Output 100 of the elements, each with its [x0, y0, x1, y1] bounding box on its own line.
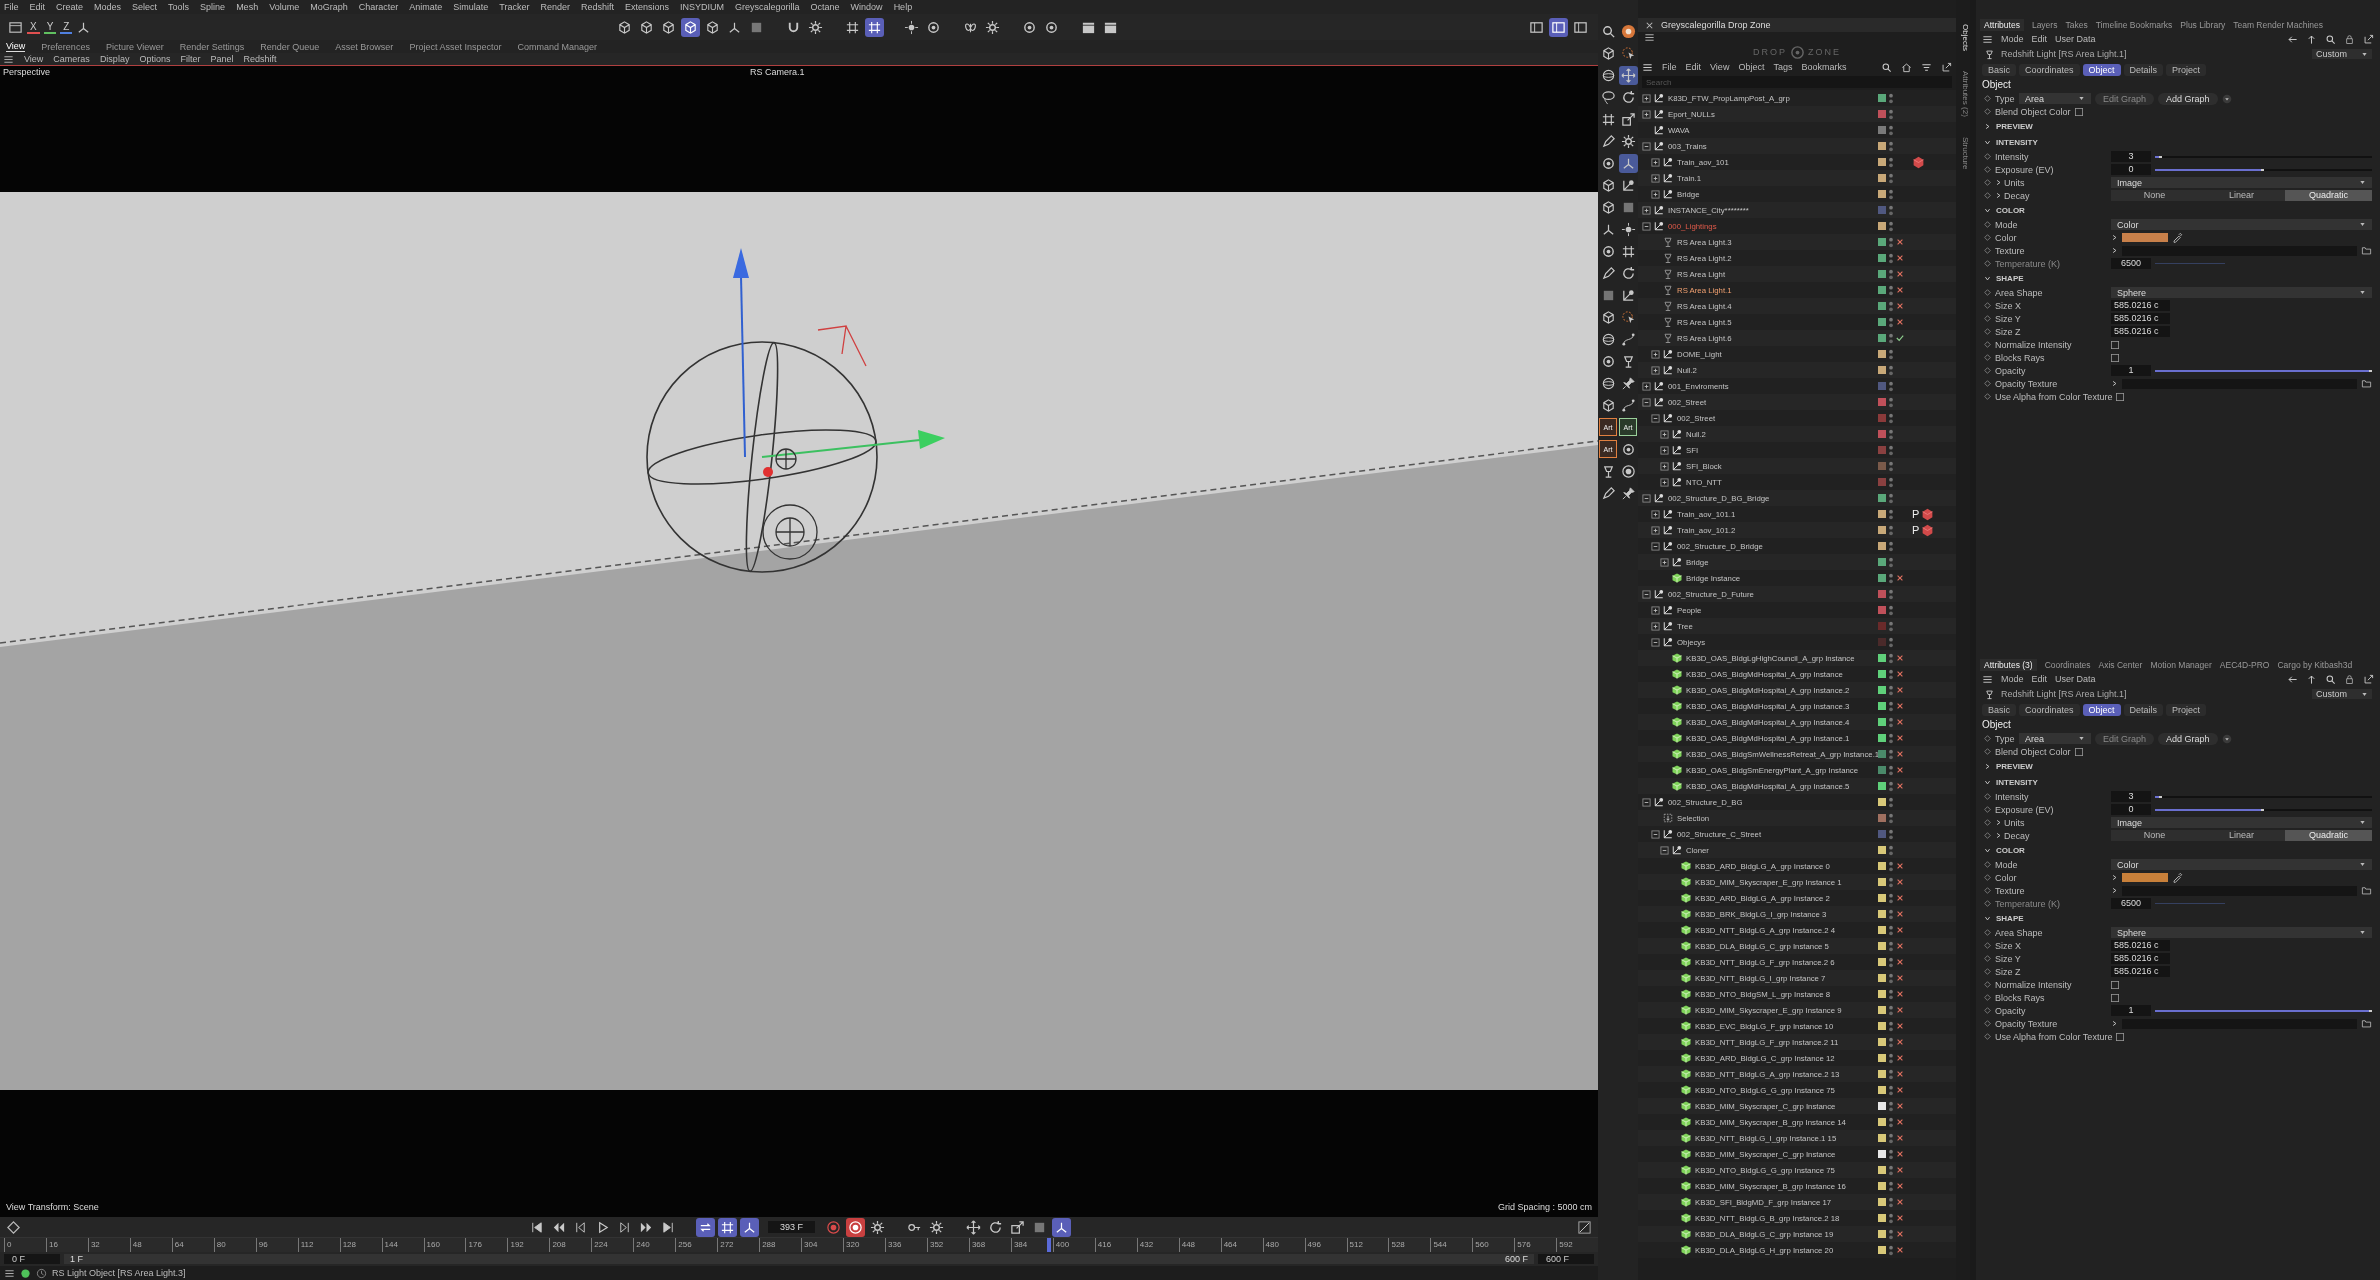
cross-icon[interactable] [1896, 990, 1904, 998]
slider-track[interactable] [2155, 1009, 2372, 1012]
add-graph-button[interactable]: Add Graph [2158, 92, 2218, 105]
visibility-dots-icon[interactable] [1888, 171, 1894, 185]
back-arrow-icon[interactable] [2287, 33, 2298, 45]
visibility-dots-icon[interactable] [1888, 507, 1894, 521]
expand-toggle[interactable] [1651, 413, 1660, 423]
current-frame-field[interactable]: 393 F [768, 1221, 815, 1233]
check-icon[interactable] [1896, 334, 1904, 342]
workspace-tab[interactable]: View [6, 41, 26, 52]
cross-icon[interactable] [1896, 1246, 1904, 1254]
end-frame-field[interactable]: 600 F [1538, 1254, 1594, 1264]
lock-icon[interactable] [2344, 673, 2355, 685]
up-arrow-icon[interactable] [2306, 673, 2317, 685]
visibility-dots-icon[interactable] [1888, 859, 1894, 873]
visibility-dots-icon[interactable] [1888, 555, 1894, 569]
visibility-dots-icon[interactable] [1888, 939, 1894, 953]
visibility-dots-icon[interactable] [1888, 459, 1894, 473]
viewport-menu-item[interactable]: View [24, 54, 44, 64]
value-field[interactable]: 3 [2111, 791, 2151, 802]
search-icon[interactable] [2325, 673, 2336, 685]
menu-item[interactable]: Spline [200, 2, 226, 12]
expand-toggle[interactable] [1651, 525, 1660, 535]
cube-tag-icon[interactable] [1921, 523, 1935, 537]
expand-toggle[interactable] [1651, 509, 1660, 519]
visibility-dots-icon[interactable] [1888, 907, 1894, 921]
visibility-dots-icon[interactable] [1888, 875, 1894, 889]
expand-toggle[interactable] [1651, 541, 1660, 551]
expand-toggle[interactable] [1642, 141, 1651, 151]
cross-icon[interactable] [1896, 926, 1904, 934]
expand-toggle[interactable] [1642, 797, 1651, 807]
back-arrow-icon[interactable] [2287, 673, 2298, 685]
menu-item[interactable]: Window [850, 2, 883, 12]
visibility-dots-icon[interactable] [1888, 331, 1894, 345]
axis-lock-button[interactable]: Z [60, 20, 73, 34]
visibility-dots-icon[interactable] [1888, 251, 1894, 265]
visibility-dots-icon[interactable] [1888, 107, 1894, 121]
move-icon[interactable] [1618, 65, 1638, 85]
checkbox[interactable] [2074, 107, 2083, 116]
visibility-dots-icon[interactable] [1888, 635, 1894, 649]
attribute-tab[interactable]: Coordinates [2019, 63, 2080, 76]
filter-icon[interactable] [1921, 61, 1932, 73]
visibility-dots-icon[interactable] [1888, 1131, 1894, 1145]
keyframe-icon[interactable] [6, 1219, 21, 1235]
expand-toggle[interactable] [1651, 365, 1660, 375]
expand-toggle[interactable] [1642, 381, 1651, 391]
axis-lock-button[interactable]: X [27, 20, 40, 34]
menu-item[interactable]: Mesh [236, 2, 259, 12]
menu-item[interactable]: Edit [29, 2, 46, 12]
axis-icon[interactable] [740, 1217, 759, 1237]
manager-tab[interactable]: Attributes (3) [1980, 659, 2037, 671]
menu-item[interactable]: Edit [2031, 34, 2048, 44]
visibility-dots-icon[interactable] [1888, 603, 1894, 617]
visibility-dots-icon[interactable] [1888, 971, 1894, 985]
cross-icon[interactable] [1896, 734, 1904, 742]
cross-icon[interactable] [1896, 270, 1904, 278]
visibility-dots-icon[interactable] [1888, 683, 1894, 697]
visibility-dots-icon[interactable] [1888, 827, 1894, 841]
value-field[interactable]: 585.0216 c [2111, 940, 2170, 951]
edit-graph-button[interactable]: Edit Graph [2095, 92, 2155, 105]
grid-icon[interactable] [718, 1217, 737, 1237]
checkbox[interactable] [2111, 993, 2119, 1002]
section-title[interactable]: INTENSITY [1996, 137, 2038, 147]
visibility-dots-icon[interactable] [1888, 1003, 1894, 1017]
menu-item[interactable]: Character [358, 2, 399, 12]
expand-toggle[interactable] [1660, 477, 1669, 487]
visibility-dots-icon[interactable] [1888, 1147, 1894, 1161]
expand-toggle[interactable] [1660, 429, 1669, 439]
manager-tab[interactable]: Layers [2031, 20, 2058, 30]
visibility-dots-icon[interactable] [1888, 411, 1894, 425]
value-field[interactable]: 1 [2111, 365, 2151, 376]
viewport-menu-item[interactable]: Redshift [243, 54, 277, 64]
menu-item[interactable]: Object [1738, 62, 1765, 72]
attribute-tab[interactable]: Details [2123, 63, 2164, 76]
external-window-icon[interactable] [2363, 33, 2374, 45]
cross-icon[interactable] [1896, 254, 1904, 262]
type-dropdown[interactable]: Area [2019, 733, 2091, 744]
menu-icon[interactable] [1642, 61, 1653, 73]
visibility-dots-icon[interactable] [1888, 427, 1894, 441]
cube-icon[interactable] [681, 17, 701, 37]
menu-icon[interactable] [4, 1267, 15, 1279]
cross-icon[interactable] [1896, 862, 1904, 870]
visibility-dots-icon[interactable] [1888, 187, 1894, 201]
cross-icon[interactable] [1896, 910, 1904, 918]
visibility-dots-icon[interactable] [1888, 1051, 1894, 1065]
visibility-dots-icon[interactable] [1888, 219, 1894, 233]
visibility-dots-icon[interactable] [1888, 731, 1894, 745]
expand-toggle[interactable] [1660, 845, 1669, 855]
visibility-dots-icon[interactable] [1888, 779, 1894, 793]
visibility-dots-icon[interactable] [1888, 667, 1894, 681]
cross-icon[interactable] [1896, 1198, 1904, 1206]
chevron-icon[interactable] [1984, 914, 1991, 922]
section-title[interactable]: COLOR [1996, 205, 2025, 215]
chevron-icon[interactable] [1995, 192, 2002, 199]
sphere-light-drawing[interactable] [646, 341, 878, 573]
chevron-icon[interactable] [1984, 846, 1991, 854]
expand-toggle[interactable] [1642, 205, 1651, 215]
visibility-dots-icon[interactable] [1888, 747, 1894, 761]
dropdown[interactable]: Color [2111, 219, 2372, 230]
type-dropdown[interactable]: Area [2019, 93, 2091, 104]
